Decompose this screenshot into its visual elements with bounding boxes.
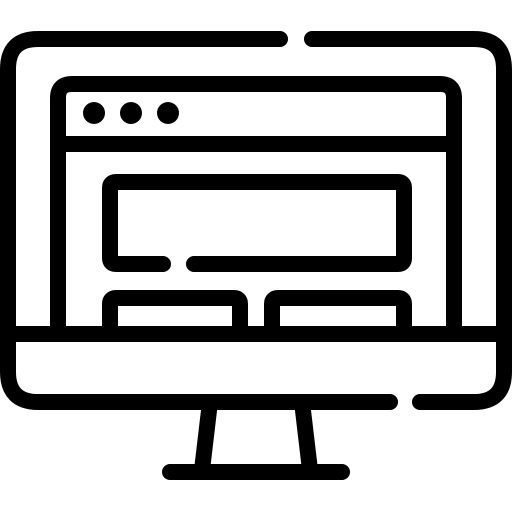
desktop-computer-website-layout-icon <box>0 31 512 480</box>
stand-neck-right <box>294 394 318 478</box>
hero-banner-block-icon <box>102 174 412 272</box>
monitor-frame-icon <box>0 31 512 410</box>
desktop-computer-icon <box>0 0 512 512</box>
window-dot-2 <box>120 102 142 124</box>
window-dot-1 <box>83 102 105 124</box>
monitor-stand-icon <box>162 394 350 480</box>
window-dot-3 <box>157 102 179 124</box>
stand-neck-left <box>194 394 218 478</box>
window-control-dots-icon <box>83 102 179 124</box>
hero-banner-outline <box>102 174 412 272</box>
